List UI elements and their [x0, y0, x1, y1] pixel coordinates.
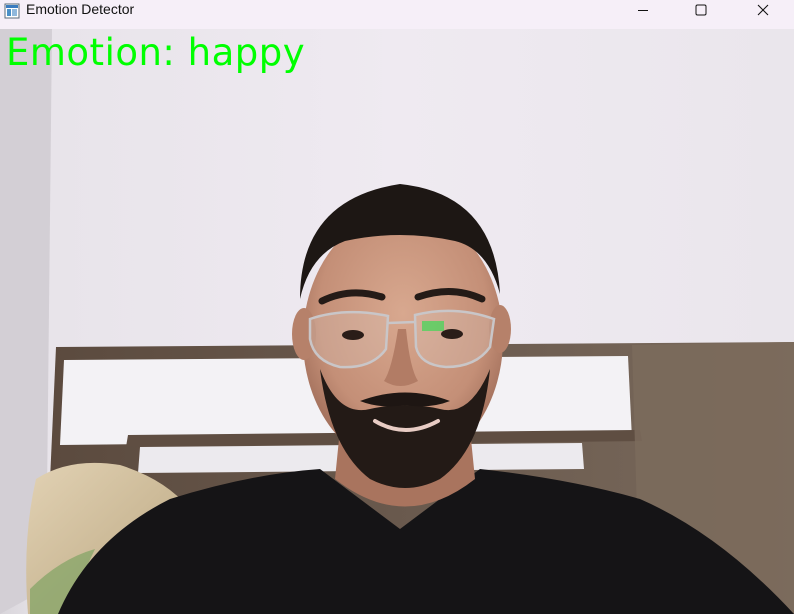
webcam-frame — [0, 29, 794, 614]
minimize-button[interactable] — [614, 0, 672, 20]
window-title: Emotion Detector — [26, 1, 135, 17]
maximize-icon — [695, 4, 707, 16]
right-eye — [441, 329, 463, 339]
close-button[interactable] — [731, 0, 794, 20]
emotion-label: Emotion: happy — [6, 31, 306, 74]
glasses-reflection — [422, 321, 444, 331]
app-icon — [4, 3, 20, 19]
title-bar[interactable]: Emotion Detector — [0, 0, 794, 29]
close-icon — [757, 4, 768, 16]
webcam-feed: Emotion: happy — [0, 29, 794, 614]
minimize-icon — [638, 10, 648, 11]
emotion-detector-window: Emotion Detector Emotion: happy — [0, 0, 794, 614]
left-eye — [342, 330, 364, 340]
maximize-button[interactable] — [672, 0, 730, 20]
